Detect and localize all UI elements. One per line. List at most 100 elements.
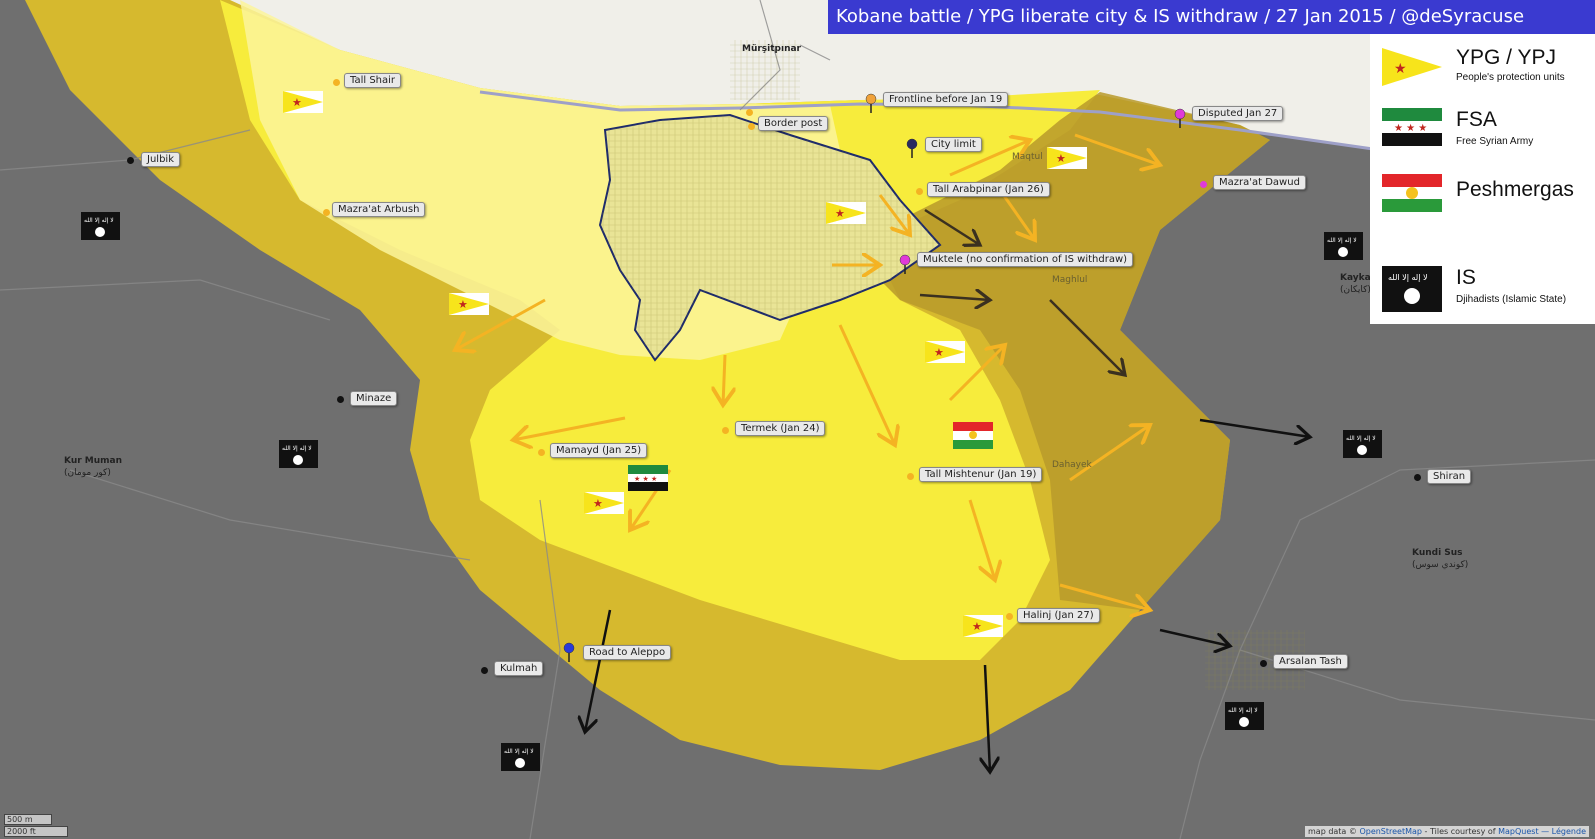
map-credit: map data © OpenStreetMap - Tiles courtes… [1305, 826, 1589, 837]
svg-text:لا إله إلا الله: لا إله إلا الله [1327, 237, 1357, 244]
place-shiran[interactable]: Shiran [1427, 469, 1472, 484]
legend-item-ypg: ★ YPG / YPJ People's protection units [1370, 34, 1595, 106]
place-dot [333, 79, 340, 86]
is-flag-marker: لا إله إلا الله [81, 212, 120, 240]
peshmerga-flag-marker [953, 422, 993, 449]
svg-text:★ ★ ★: ★ ★ ★ [634, 475, 657, 483]
place-dot [1200, 181, 1207, 188]
svg-text:★: ★ [458, 298, 468, 311]
map-title: Kobane battle / YPG liberate city & IS w… [828, 0, 1595, 34]
place-dot [748, 123, 755, 130]
map-label-dahayek: Dahayek [1052, 460, 1092, 470]
place-mazraat-arbush[interactable]: Mazra'at Arbush [332, 202, 426, 217]
svg-text:★: ★ [972, 620, 982, 633]
place-dot [323, 209, 330, 216]
place-halinj[interactable]: Halinj (Jan 27) [1017, 608, 1100, 623]
scale-bar-ft: 2000 ft [4, 826, 68, 837]
svg-text:لا إله إلا الله: لا إله إلا الله [504, 748, 534, 755]
svg-text:★: ★ [593, 497, 603, 510]
place-dot [127, 157, 134, 164]
place-dot [916, 188, 923, 195]
place-dot [1260, 660, 1267, 667]
is-flag-marker: لا إله إلا الله [1225, 702, 1264, 730]
place-dot [1006, 613, 1013, 620]
legend-sub: People's protection units [1456, 72, 1565, 83]
ypg-flag-icon: ★ [1382, 48, 1442, 86]
ypg-flag-marker: ★ [1047, 147, 1087, 169]
is-flag-marker: لا إله إلا الله [1343, 430, 1382, 458]
svg-text:لا إله إلا الله: لا إله إلا الله [1228, 707, 1258, 714]
map-label-maqtul: Maqtul [1012, 152, 1043, 162]
fsa-flag-icon: ★ ★ ★ [1382, 108, 1442, 146]
map-label-kur-muman-ar: (كور مومان) [64, 468, 111, 478]
map-label-kundi-sus-ar: (كوندي سوس) [1412, 560, 1469, 570]
svg-text:★: ★ [934, 346, 944, 359]
legend-item-peshmerga: Peshmergas [1370, 170, 1595, 260]
place-dot [481, 667, 488, 674]
legend-name: IS [1456, 266, 1476, 289]
scale-bar-m: 500 m [4, 814, 52, 825]
legend-item-fsa: ★ ★ ★ FSA Free Syrian Army [1370, 106, 1595, 168]
ypg-flag-marker: ★ [925, 341, 965, 363]
map-label-kaykan-ar: (كايكان) [1340, 285, 1371, 295]
place-tall-arabpinar[interactable]: Tall Arabpinar (Jan 26) [927, 182, 1050, 197]
map-label-maghlul: Maghlul [1052, 275, 1088, 285]
legend-sub: Djihadists (Islamic State) [1456, 294, 1567, 305]
place-tall-shair[interactable]: Tall Shair [344, 73, 402, 88]
ypg-flag-marker: ★ [963, 615, 1003, 637]
place-mamayd[interactable]: Mamayd (Jan 25) [550, 443, 648, 458]
svg-text:لا إله إلا الله: لا إله إلا الله [282, 445, 312, 452]
place-frontline[interactable]: Frontline before Jan 19 [883, 92, 1009, 107]
legend-item-is: لا إله إلا الله IS Djihadists (Islamic S… [1370, 262, 1595, 324]
place-dot [538, 449, 545, 456]
place-dot [1414, 474, 1421, 481]
place-city-limit[interactable]: City limit [925, 137, 982, 152]
legend-panel: ★ YPG / YPJ People's protection units ★ … [1370, 34, 1595, 324]
place-dot [746, 109, 753, 116]
place-mazraat-dawud[interactable]: Mazra'at Dawud [1213, 175, 1306, 190]
map-label-kur-muman: Kur Muman [64, 456, 123, 466]
place-termek[interactable]: Termek (Jan 24) [735, 421, 826, 436]
is-flag-text: لا إله إلا الله [1388, 273, 1428, 283]
map-label-kundi-sus: Kundi Sus [1412, 548, 1463, 558]
is-flag-marker: لا إله إلا الله [1324, 232, 1363, 260]
ypg-flag-marker: ★ [584, 492, 624, 514]
ypg-flag-marker: ★ [283, 91, 323, 113]
fsa-flag-marker: ★ ★ ★ [628, 465, 668, 491]
place-dot [337, 396, 344, 403]
svg-text:لا إله إلا الله: لا إله إلا الله [84, 217, 114, 224]
place-arsalan-tash[interactable]: Arsalan Tash [1273, 654, 1348, 669]
svg-text:★: ★ [292, 96, 302, 109]
place-dot [907, 473, 914, 480]
place-kulmah[interactable]: Kulmah [494, 661, 544, 676]
svg-text:★: ★ [835, 207, 845, 220]
credit-mid: - Tiles courtesy of [1424, 827, 1496, 836]
ypg-flag-marker: ★ [826, 202, 866, 224]
place-tall-mishtenur[interactable]: Tall Mishtenur (Jan 19) [919, 467, 1043, 482]
credit-prefix: map data © [1308, 827, 1357, 836]
peshmerga-flag-icon [1382, 174, 1442, 212]
is-flag-marker: لا إله إلا الله [501, 743, 540, 771]
is-flag-marker: لا إله إلا الله [279, 440, 318, 468]
svg-text:لا إله إلا الله: لا إله إلا الله [1346, 435, 1376, 442]
place-border-post[interactable]: Border post [758, 116, 829, 131]
place-dot [722, 427, 729, 434]
legend-name: Peshmergas [1456, 178, 1574, 201]
place-disputed[interactable]: Disputed Jan 27 [1192, 106, 1284, 121]
mapquest-link[interactable]: MapQuest [1498, 827, 1538, 836]
place-julbik[interactable]: Julbik [141, 152, 180, 167]
legend-sub: Free Syrian Army [1456, 136, 1534, 147]
place-minaze[interactable]: Minaze [350, 391, 398, 406]
legend-name: YPG / YPJ [1456, 46, 1556, 69]
osm-link[interactable]: OpenStreetMap [1359, 827, 1422, 836]
place-road-to-aleppo[interactable]: Road to Aleppo [583, 645, 672, 660]
svg-text:★: ★ [1394, 61, 1407, 77]
svg-text:★: ★ [1056, 152, 1066, 165]
place-muktele[interactable]: Muktele (no confirmation of IS withdraw) [917, 252, 1134, 267]
map-label-mursitpinar: Mürşitpınar [742, 44, 801, 54]
ypg-flag-marker: ★ [449, 293, 489, 315]
is-flag-icon: لا إله إلا الله [1382, 266, 1442, 312]
svg-text:★ ★ ★: ★ ★ ★ [1394, 123, 1427, 134]
legend-link[interactable]: — Légende [1541, 827, 1586, 836]
legend-name: FSA [1456, 108, 1497, 131]
